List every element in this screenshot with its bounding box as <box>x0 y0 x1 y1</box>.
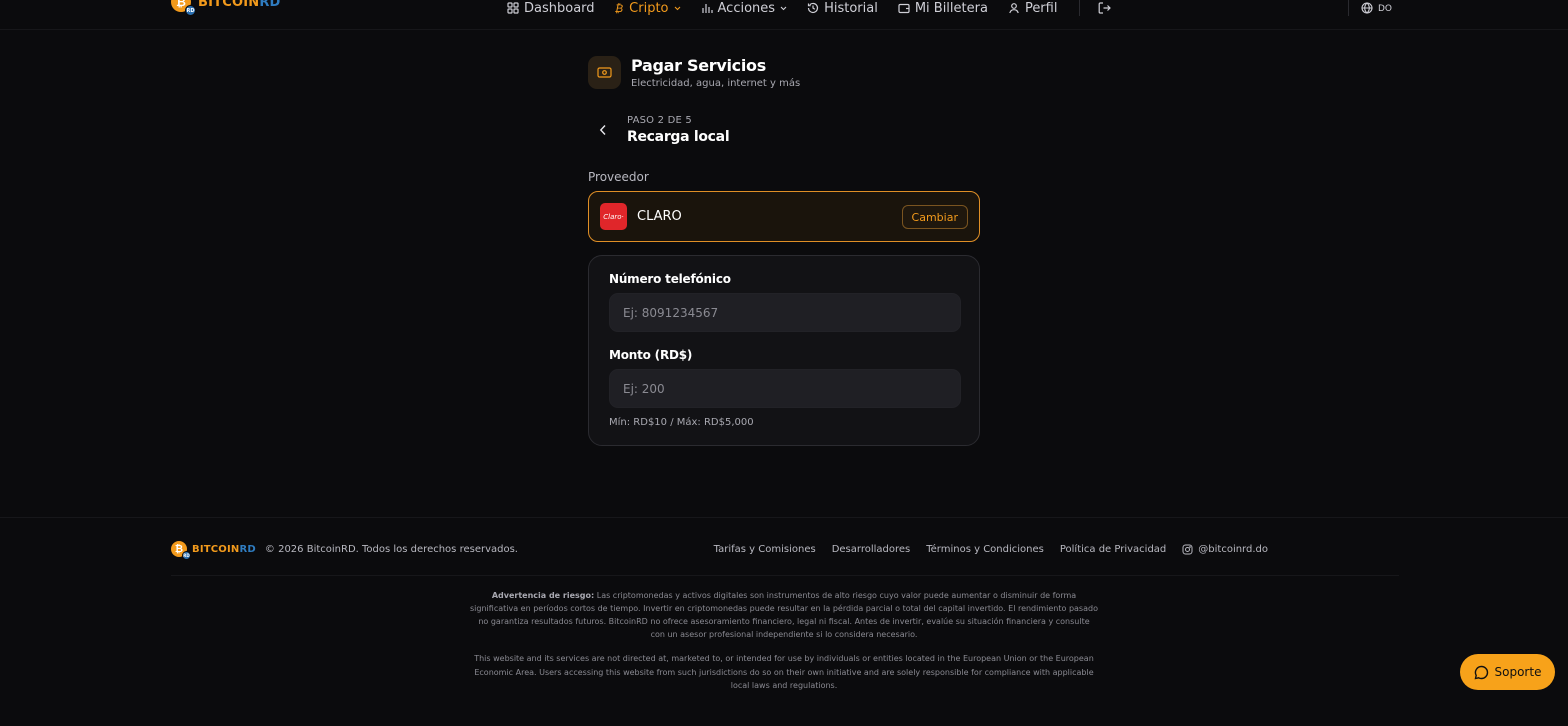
main-nav: Dashboard ₿ Cripto Acciones Historial Mi… <box>507 0 1112 16</box>
amount-label: Monto (RD$) <box>609 348 693 362</box>
footer-link-desarrolladores[interactable]: Desarrolladores <box>832 544 911 555</box>
language-selector[interactable]: DO <box>1348 0 1392 16</box>
rd-badge: RD <box>185 5 196 16</box>
language-code: DO <box>1378 3 1393 14</box>
footer-links: Tarifas y Comisiones Desarrolladores Tér… <box>698 544 1268 555</box>
nav-divider <box>1348 0 1349 16</box>
nav-cripto[interactable]: ₿ Cripto <box>615 1 681 16</box>
footer: ₿ RD BITCOINRD © 2026 BitcoinRD. Todos l… <box>0 517 1568 726</box>
grid-icon <box>507 2 519 14</box>
phone-label: Número telefónico <box>609 272 731 286</box>
phone-number-input[interactable]: Ej: 8091234567 <box>609 293 961 332</box>
wallet-icon <box>898 3 910 14</box>
page-subtitle: Electricidad, agua, internet y más <box>631 78 801 89</box>
page-title: Pagar Servicios <box>631 56 766 75</box>
footer-logo[interactable]: ₿ RD BITCOINRD <box>171 541 256 560</box>
copyright-text: © 2026 BitcoinRD. Todos los derechos res… <box>264 543 518 555</box>
provider-name: CLARO <box>637 209 682 224</box>
support-label: Soporte <box>1494 665 1542 679</box>
selected-provider-card: Claro· CLARO Cambiar <box>588 191 980 242</box>
chevron-down-icon <box>674 6 680 10</box>
nav-historial[interactable]: Historial <box>807 1 878 16</box>
instagram-icon <box>1182 544 1193 554</box>
nav-perfil-label: Perfil <box>1024 0 1058 16</box>
bitcoin-logo-icon: ₿ RD <box>171 0 196 16</box>
back-button[interactable] <box>588 115 618 145</box>
main-content: Pagar Servicios Electricidad, agua, inte… <box>588 56 980 446</box>
footer-link-terminos[interactable]: Términos y Condiciones <box>926 544 1044 555</box>
brand-logo[interactable]: ₿ RD BITCOINRD <box>171 0 281 16</box>
nav-dashboard[interactable]: Dashboard <box>507 1 595 16</box>
brand-name: BITCOINRD <box>198 0 281 10</box>
logout-icon <box>1099 2 1112 14</box>
chevron-left-icon <box>599 125 606 135</box>
nav-perfil[interactable]: Perfil <box>1008 0 1058 16</box>
nav-historial-label: Historial <box>824 0 878 16</box>
footer-link-instagram[interactable]: @bitcoinrd.do <box>1182 544 1268 555</box>
change-provider-button[interactable]: Cambiar <box>901 205 968 229</box>
rd-badge: RD <box>182 551 191 560</box>
nav-acciones-label: Acciones <box>717 0 776 16</box>
footer-brand-name: BITCOINRD <box>192 544 256 555</box>
history-icon <box>807 2 819 14</box>
support-button[interactable]: Soporte <box>1460 654 1555 690</box>
step-title: Recarga local <box>627 129 730 145</box>
top-navbar: ₿ RD BITCOINRD Dashboard ₿ Cripto Accion… <box>0 0 1568 30</box>
footer-link-privacidad[interactable]: Política de Privacidad <box>1060 544 1166 555</box>
bitcoin-logo-icon: ₿ RD <box>171 541 191 560</box>
nav-acciones[interactable]: Acciones <box>701 1 788 16</box>
nav-cripto-label: Cripto <box>629 0 669 16</box>
provider-label: Proveedor <box>588 170 649 184</box>
bitcoin-icon: ₿ <box>614 1 624 15</box>
service-icon-box <box>588 56 621 89</box>
risk-disclaimer: Advertencia de riesgo: Las criptomonedas… <box>470 589 1098 641</box>
instagram-handle: @bitcoinrd.do <box>1198 543 1268 555</box>
footer-link-tarifas[interactable]: Tarifas y Comisiones <box>714 544 816 555</box>
banknote-icon <box>597 67 612 78</box>
nav-mi-billetera[interactable]: Mi Billetera <box>898 1 988 16</box>
brand-name-part1: BITCOIN <box>192 543 240 555</box>
footer-divider <box>171 575 1399 576</box>
user-icon <box>1009 3 1019 14</box>
nav-dashboard-label: Dashboard <box>524 0 595 16</box>
amount-limits-hint: Mín: RD$10 / Máx: RD$5,000 <box>609 417 754 428</box>
step-header: PASO 2 DE 5 Recarga local <box>588 115 980 145</box>
service-header: Pagar Servicios Electricidad, agua, inte… <box>588 56 980 89</box>
eu-notice: This website and its services are not di… <box>474 654 1094 690</box>
nav-divider <box>1079 0 1081 16</box>
step-indicator: PASO 2 DE 5 <box>627 115 692 126</box>
risk-disclaimer-title: Advertencia de riesgo: <box>491 591 595 600</box>
brand-name-part1: BITCOIN <box>198 0 260 10</box>
claro-logo: Claro· <box>600 203 627 230</box>
chat-icon <box>1474 665 1488 679</box>
globe-icon <box>1361 2 1373 14</box>
recharge-form: Número telefónico Ej: 8091234567 Monto (… <box>588 255 980 446</box>
amount-input[interactable]: Ej: 200 <box>609 369 961 408</box>
chevron-down-icon <box>780 6 787 10</box>
brand-name-part2: RD <box>259 0 281 10</box>
nav-mi-billetera-label: Mi Billetera <box>914 0 988 16</box>
brand-name-part2: RD <box>239 543 256 555</box>
bar-chart-icon <box>701 4 713 13</box>
logout-button[interactable] <box>1098 2 1112 14</box>
